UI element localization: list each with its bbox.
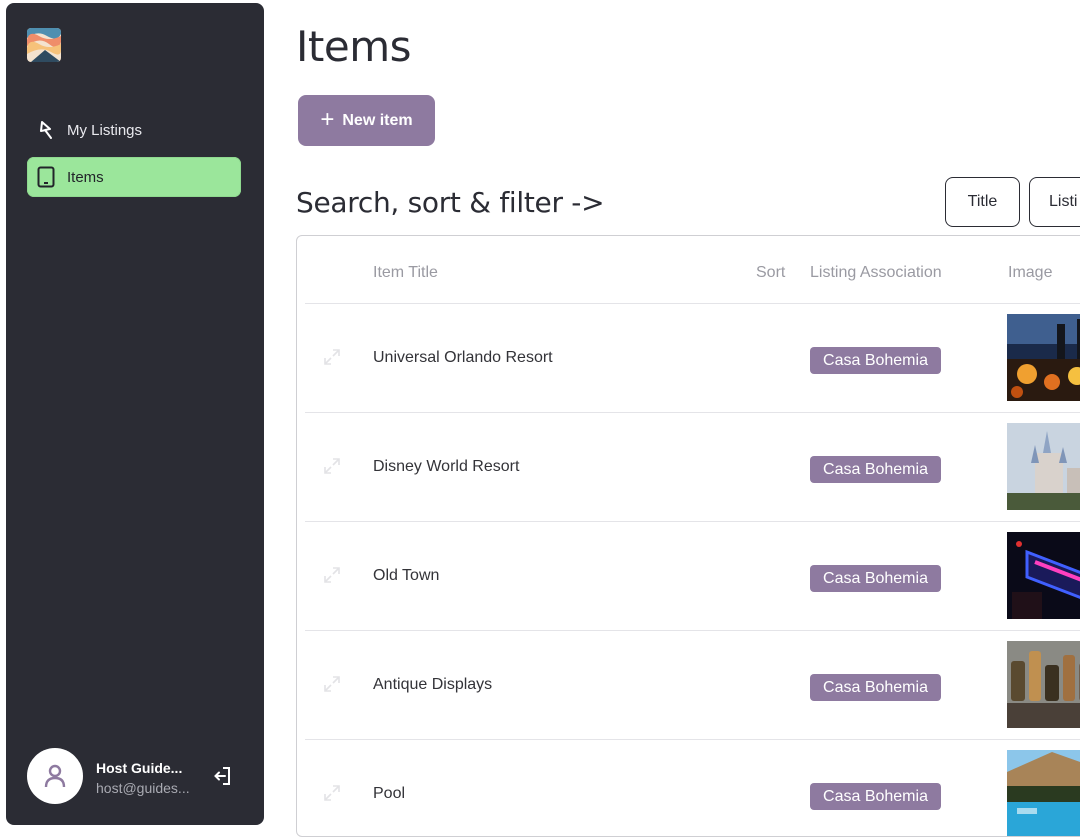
expand-icon[interactable]: [323, 457, 341, 475]
item-title[interactable]: Universal Orlando Resort: [373, 349, 553, 367]
listing-tag[interactable]: Casa Bohemia: [810, 456, 941, 483]
table-row[interactable]: Pool Casa Bohemia: [305, 739, 1080, 836]
castle-photo: [1007, 423, 1080, 510]
page-title: Items: [296, 22, 412, 71]
pool-photo: [1007, 750, 1080, 836]
bolt-icon: [34, 118, 58, 142]
neon-sign-photo: [1007, 532, 1080, 619]
expand-icon[interactable]: [323, 348, 341, 366]
sidebar-item-items[interactable]: Items: [27, 157, 241, 197]
item-title[interactable]: Disney World Resort: [373, 458, 519, 476]
item-title[interactable]: Old Town: [373, 567, 439, 585]
items-table: Item Title Sort Listing Association Imag…: [296, 235, 1080, 837]
tablet-icon: [34, 165, 58, 189]
listing-tag[interactable]: Casa Bohemia: [810, 783, 941, 810]
column-header-sort[interactable]: Sort: [756, 264, 785, 282]
user-email: host@guides...: [96, 780, 190, 796]
column-header-listing[interactable]: Listing Association: [810, 264, 942, 282]
logout-icon[interactable]: [212, 764, 236, 788]
bottles-photo: [1007, 641, 1080, 728]
sidebar-item-label: My Listings: [67, 121, 143, 139]
user-profile: Host Guide... host@guides...: [27, 748, 247, 804]
expand-icon[interactable]: [323, 675, 341, 693]
user-icon: [44, 764, 66, 788]
sort-listing-button[interactable]: Listi: [1029, 177, 1080, 227]
user-name: Host Guide...: [96, 760, 183, 776]
avatar[interactable]: [27, 748, 83, 804]
table-row[interactable]: Disney World Resort Casa Bohemia: [305, 412, 1080, 521]
listing-tag[interactable]: Casa Bohemia: [810, 674, 941, 701]
sidebar: My Listings Items Host Guide... host@gui…: [6, 3, 264, 825]
column-header-image: Image: [1008, 264, 1053, 281]
night-crowd-photo: [1007, 314, 1080, 401]
app-logo[interactable]: [27, 28, 61, 62]
table-row[interactable]: Old Town Casa Bohemia: [305, 521, 1080, 630]
listing-tag[interactable]: Casa Bohemia: [810, 347, 941, 374]
sidebar-item-my-listings[interactable]: My Listings: [27, 110, 241, 150]
new-item-button[interactable]: + New item: [298, 95, 435, 146]
expand-icon[interactable]: [323, 784, 341, 802]
plus-icon: +: [320, 105, 335, 133]
column-header-title[interactable]: Item Title: [373, 264, 438, 282]
sidebar-item-label: Items: [67, 168, 104, 186]
item-title[interactable]: Antique Displays: [373, 676, 492, 694]
table-row[interactable]: Antique Displays Casa Bohemia: [305, 630, 1080, 739]
listing-tag[interactable]: Casa Bohemia: [810, 565, 941, 592]
item-title[interactable]: Pool: [373, 785, 405, 803]
new-item-label: New item: [342, 111, 413, 129]
expand-icon[interactable]: [323, 566, 341, 584]
sort-title-button[interactable]: Title: [945, 177, 1020, 227]
table-row[interactable]: Universal Orlando Resort Casa Bohemia: [305, 303, 1080, 412]
section-title: Search, sort & filter ->: [296, 186, 605, 219]
